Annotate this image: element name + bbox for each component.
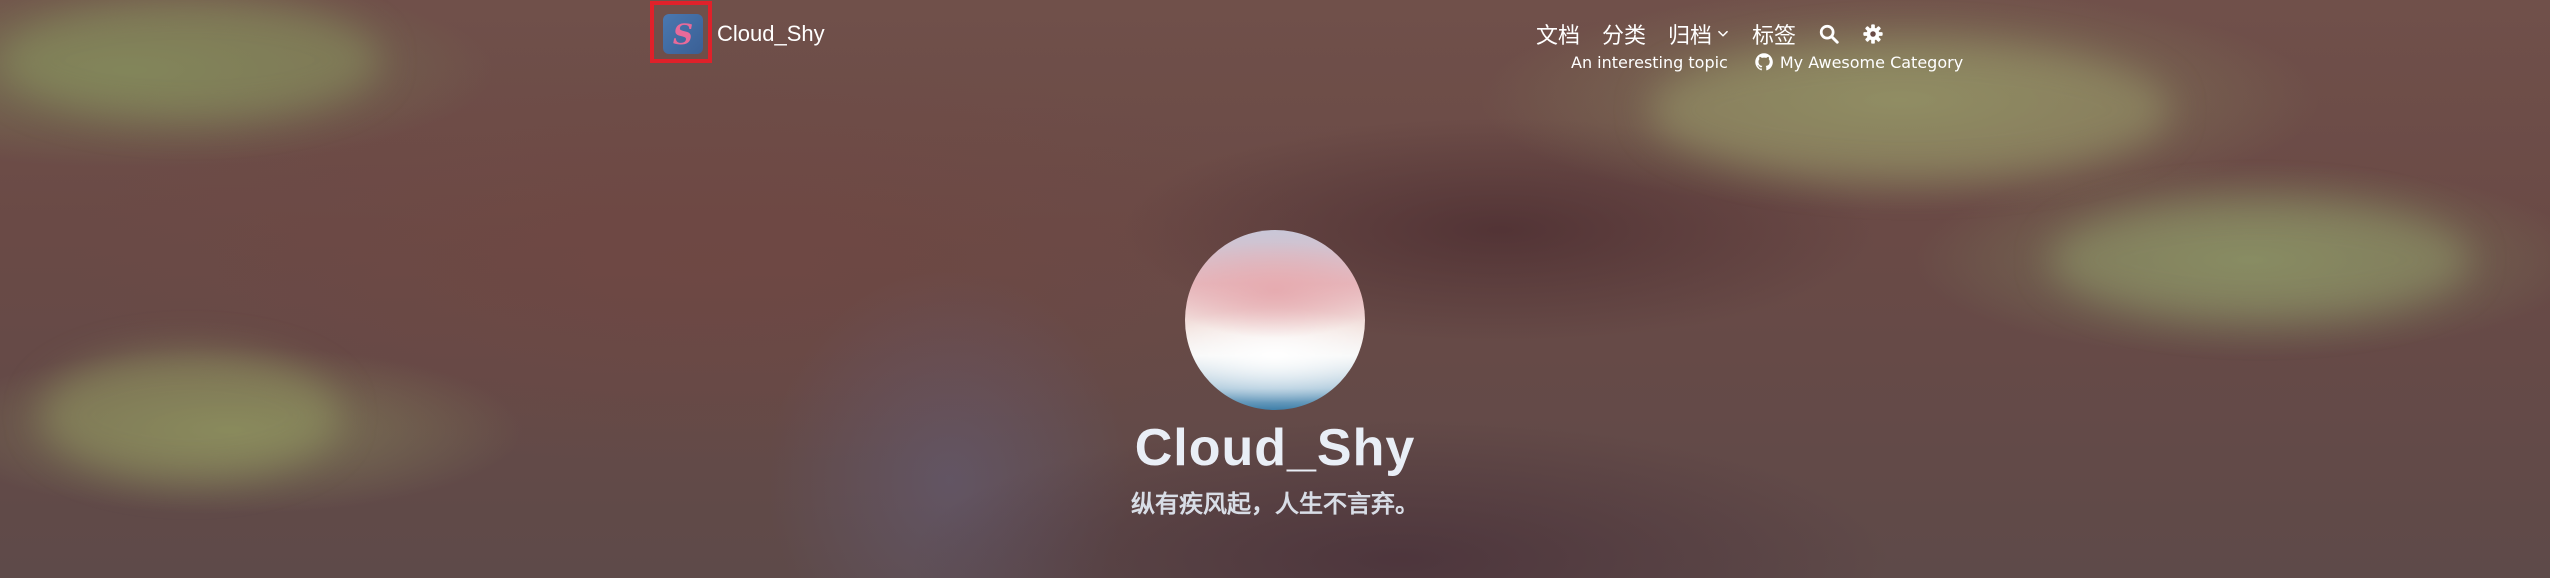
subnav-item-label: An interesting topic (1571, 52, 1728, 72)
profile-block: Cloud_Shy 纵有疾风起，人生不言弃。 (0, 230, 2550, 519)
profile-name: Cloud_Shy (1134, 419, 1416, 477)
subnav-item-category[interactable]: My Awesome Category (1754, 52, 1963, 72)
site-brand[interactable]: S Cloud_Shy (650, 1, 825, 63)
nav-item-label: 文档 (1536, 24, 1581, 49)
search-icon[interactable] (1818, 23, 1840, 45)
hero-banner: S Cloud_Shy 文档 分类 归档 标签 An interesting t… (0, 0, 2550, 578)
github-icon (1755, 53, 1773, 71)
nav-item-label: 标签 (1752, 24, 1797, 49)
nav-item-archives[interactable]: 归档 (1668, 18, 1730, 50)
top-nav: 文档 分类 归档 标签 (1536, 18, 1884, 50)
sub-nav: An interesting topic My Awesome Category (1571, 52, 1963, 72)
chevron-down-icon (1718, 30, 1728, 37)
nav-item-categories[interactable]: 分类 (1602, 18, 1646, 50)
profile-motto: 纵有疾风起，人生不言弃。 (1131, 490, 1419, 518)
subnav-item-label: My Awesome Category (1779, 52, 1964, 72)
background-cloud (0, 0, 380, 120)
subnav-item-topic[interactable]: An interesting topic (1571, 53, 1728, 72)
nav-item-label: 归档 (1668, 24, 1713, 49)
nav-item-docs[interactable]: 文档 (1536, 18, 1580, 50)
nav-item-tags[interactable]: 标签 (1752, 18, 1796, 50)
site-title[interactable]: Cloud_Shy (717, 21, 825, 47)
avatar[interactable] (1185, 230, 1365, 410)
site-logo[interactable]: S (650, 1, 712, 63)
logo-highlight-box (650, 1, 712, 63)
nav-item-label: 分类 (1602, 24, 1647, 49)
gear-icon[interactable] (1862, 23, 1884, 45)
